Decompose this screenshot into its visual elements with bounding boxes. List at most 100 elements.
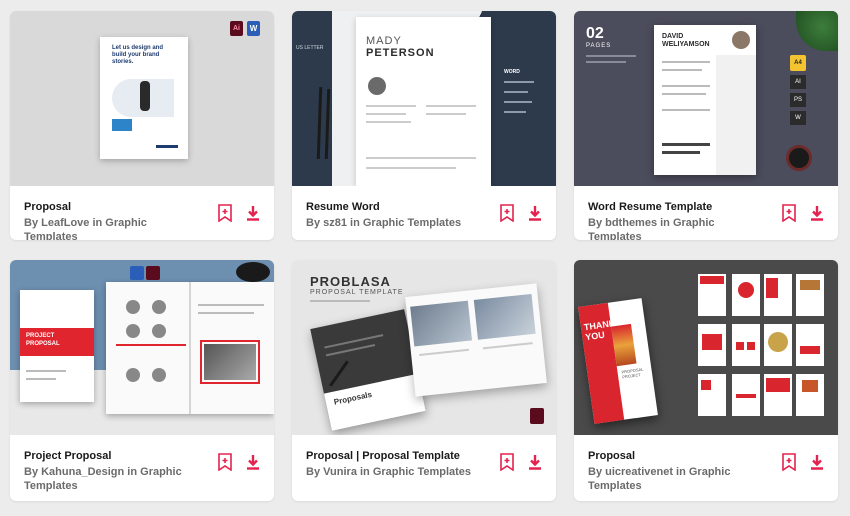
- resume-bar: [662, 151, 700, 154]
- side-line: [504, 81, 534, 83]
- download-icon[interactable]: [808, 452, 826, 472]
- brochure-line: [198, 312, 254, 314]
- bookmark-icon[interactable]: [498, 452, 516, 472]
- template-author[interactable]: By bdthemes in Graphic Templates: [588, 216, 758, 240]
- cover-subtitle: PROPOSAL PROJECT: [621, 366, 644, 380]
- photoshop-format-icon: PS: [790, 93, 806, 107]
- word-format-icon: W: [790, 111, 806, 125]
- template-card[interactable]: Let us design and build your brand stori…: [10, 11, 274, 240]
- resume-line: [366, 167, 456, 169]
- pages-label: PAGES: [586, 43, 612, 49]
- cover-headline: Let us design and build your brand stori…: [112, 45, 164, 65]
- team-photo: [152, 300, 166, 314]
- proposal-cover: THANK YOU PROPOSAL PROJECT: [578, 298, 658, 424]
- bookmark-icon[interactable]: [216, 203, 234, 223]
- side-line: [504, 111, 526, 113]
- page-thumb: [698, 324, 726, 366]
- proposal-cover: PROJECT PROPOSAL: [20, 290, 94, 402]
- resume-line: [662, 69, 702, 71]
- thumb-heading: PROBLASA: [310, 274, 391, 289]
- template-thumbnail[interactable]: Let us design and build your brand stori…: [10, 11, 274, 186]
- resume-last-name: PETERSON: [366, 47, 435, 59]
- side-line: [504, 101, 532, 103]
- cover-footer: [156, 145, 178, 148]
- download-icon[interactable]: [244, 203, 262, 223]
- page-thumb: [698, 374, 726, 416]
- template-author[interactable]: By uicreativenet in Graphic Templates: [588, 465, 758, 493]
- info-line: [586, 55, 636, 57]
- side-line: [504, 91, 528, 93]
- template-card[interactable]: PROBLASA PROPOSAL TEMPLATE Proposals Pro…: [292, 260, 556, 501]
- size-label: US LETTER: [296, 45, 324, 51]
- template-author[interactable]: By Vunira in Graphic Templates: [306, 465, 476, 479]
- template-author[interactable]: By LeafLove in Graphic Templates: [24, 216, 194, 240]
- template-card[interactable]: PROJECT PROPOSAL Project Proposal By Kah…: [10, 260, 274, 501]
- office-photo: [410, 300, 473, 347]
- team-photo: [126, 300, 140, 314]
- template-card[interactable]: US LETTER MADY PETERSON WORD Resume Word…: [292, 11, 556, 240]
- resume-photo: [732, 31, 750, 49]
- resume-bar: [662, 143, 710, 146]
- brochure-line: [198, 304, 264, 306]
- download-icon[interactable]: [526, 452, 544, 472]
- resume-line: [426, 113, 466, 115]
- resume-line: [366, 105, 416, 107]
- template-thumbnail[interactable]: 02 PAGES DAVID WELIYAMSON A4 AI PS W: [574, 11, 838, 186]
- resume-last-name: WELIYAMSON: [662, 41, 710, 48]
- bookmark-icon[interactable]: [780, 203, 798, 223]
- template-thumbnail[interactable]: THANK YOU PROPOSAL PROJECT: [574, 260, 838, 435]
- template-thumbnail[interactable]: US LETTER MADY PETERSON WORD: [292, 11, 556, 186]
- bookmark-icon[interactable]: [216, 452, 234, 472]
- proposal-cover: Let us design and build your brand stori…: [100, 37, 188, 159]
- size-badge-icon: A4: [790, 55, 806, 71]
- template-card[interactable]: 02 PAGES DAVID WELIYAMSON A4 AI PS W Wor…: [574, 11, 838, 240]
- info-line: [586, 61, 626, 63]
- page-thumb: [796, 324, 824, 366]
- resume-page: MADY PETERSON: [356, 17, 491, 186]
- template-grid: Let us design and build your brand stori…: [0, 0, 850, 516]
- red-rule: [116, 344, 186, 346]
- resume-line: [366, 113, 406, 115]
- thumb-line: [310, 300, 370, 302]
- page-thumb: [698, 274, 726, 316]
- brochure-fold: [189, 282, 191, 414]
- corner-badge-icon: [236, 262, 270, 282]
- pages-number: 02: [586, 25, 604, 42]
- page-thumb: [732, 374, 760, 416]
- page-thumb: [732, 274, 760, 316]
- bookmark-icon[interactable]: [780, 452, 798, 472]
- resume-page: DAVID WELIYAMSON: [654, 25, 756, 175]
- download-icon[interactable]: [808, 203, 826, 223]
- bookmark-icon[interactable]: [498, 203, 516, 223]
- word-badge-icon: [130, 266, 144, 280]
- template-card[interactable]: THANK YOU PROPOSAL PROJECT Proposal By u…: [574, 260, 838, 501]
- person-figure: [140, 81, 150, 111]
- template-thumbnail[interactable]: PROJECT PROPOSAL: [10, 260, 274, 435]
- cover-line: [26, 370, 66, 372]
- indesign-badge-icon: [530, 408, 544, 424]
- brochure-open: [405, 283, 547, 397]
- open-brochure: [106, 282, 274, 414]
- resume-line: [366, 157, 476, 159]
- team-photo: [126, 368, 140, 382]
- word-badge-icon: W: [247, 21, 260, 36]
- page-thumb: [764, 374, 792, 416]
- brochure-line: [482, 342, 533, 350]
- architecture-photo: [204, 344, 256, 380]
- template-author[interactable]: By Kahuna_Design in Graphic Templates: [24, 465, 194, 493]
- template-thumbnail[interactable]: PROBLASA PROPOSAL TEMPLATE Proposals: [292, 260, 556, 435]
- page-thumb: [796, 374, 824, 416]
- download-icon[interactable]: [244, 452, 262, 472]
- cover-line: [26, 378, 56, 380]
- download-icon[interactable]: [526, 203, 544, 223]
- illustrator-format-icon: AI: [790, 75, 806, 89]
- meeting-photo: [473, 293, 536, 340]
- resume-line: [426, 105, 476, 107]
- template-author[interactable]: By sz81 in Graphic Templates: [306, 216, 476, 230]
- page-thumb: [732, 324, 760, 366]
- cover-title: PROJECT PROPOSAL: [26, 333, 60, 347]
- side-label: WORD: [504, 69, 520, 75]
- thumb-subheading: PROPOSAL TEMPLATE: [310, 289, 404, 296]
- plant-leaf-image: [796, 11, 838, 51]
- resume-sidebar: [716, 55, 756, 175]
